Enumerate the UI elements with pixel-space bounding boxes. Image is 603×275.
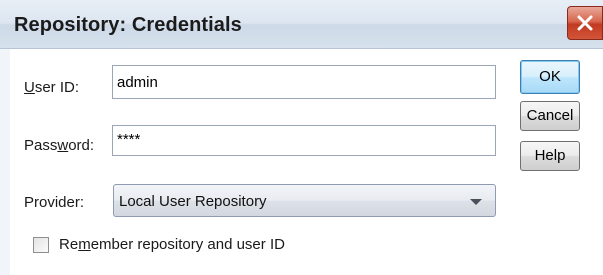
provider-select[interactable]: Local User Repository bbox=[113, 184, 496, 217]
help-button[interactable]: Help bbox=[520, 141, 580, 171]
password-input[interactable]: **** bbox=[112, 125, 496, 156]
remember-label[interactable]: Remember repository and user ID bbox=[59, 236, 285, 253]
chevron-down-icon bbox=[470, 199, 482, 205]
ok-button[interactable]: OK bbox=[520, 60, 580, 94]
user-id-label: User ID: bbox=[24, 79, 80, 96]
remember-checkbox[interactable] bbox=[33, 237, 49, 253]
user-id-input[interactable]: admin bbox=[112, 65, 496, 99]
provider-selected-value: Local User Repository bbox=[119, 193, 267, 210]
close-icon bbox=[577, 15, 593, 31]
close-button[interactable] bbox=[567, 6, 603, 40]
title-bar[interactable]: Repository: Credentials bbox=[0, 0, 603, 49]
cancel-button[interactable]: Cancel bbox=[520, 101, 580, 131]
window-title: Repository: Credentials bbox=[14, 14, 242, 36]
password-label: Password: bbox=[24, 137, 95, 154]
provider-label: Provider: bbox=[24, 194, 85, 211]
dialog-body: User ID: admin Password: **** Provider: … bbox=[10, 49, 603, 275]
credentials-dialog: Repository: Credentials User ID: admin P… bbox=[0, 0, 603, 275]
